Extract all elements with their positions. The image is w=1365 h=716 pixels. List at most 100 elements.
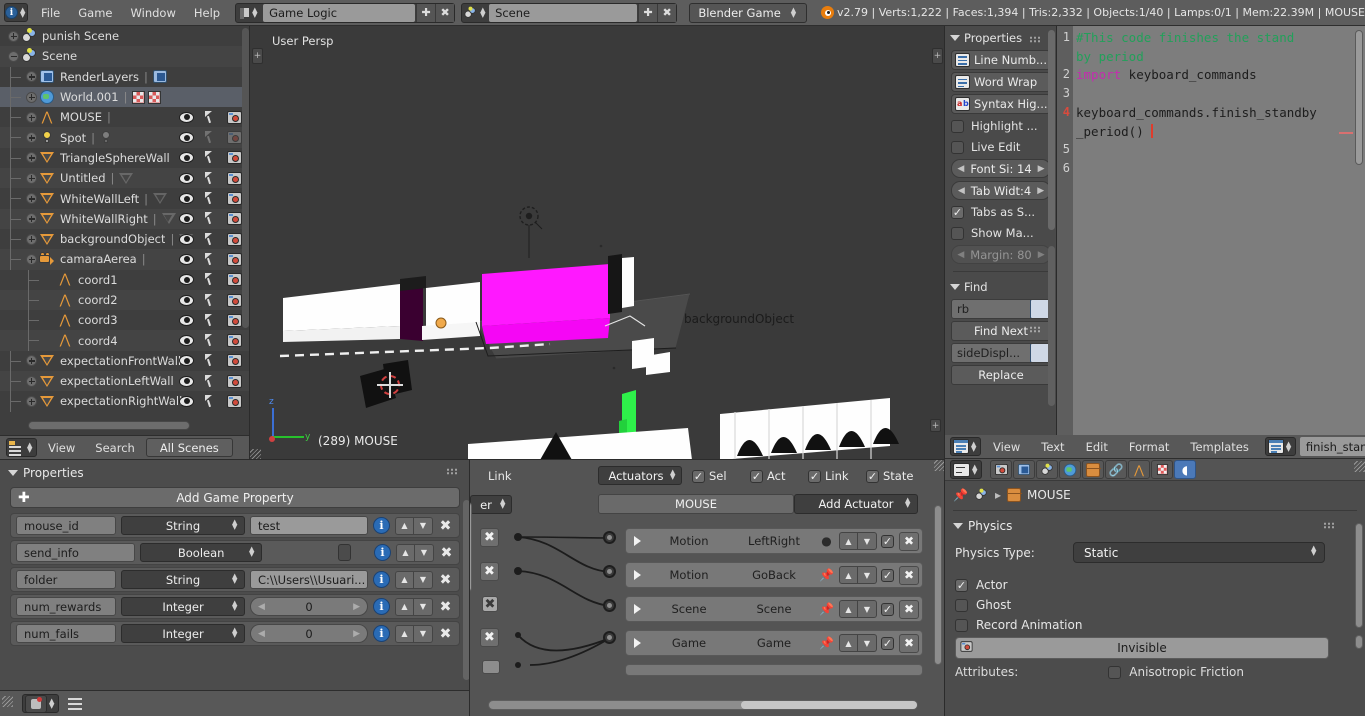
actuator-name[interactable]: GoBack [730,568,818,582]
property-name-field[interactable]: num_fails [16,624,116,643]
move-down-icon[interactable]: ▼ [858,566,877,584]
outliner-row-datablocks[interactable] [100,130,112,145]
property-debug-icon[interactable]: i [373,517,390,534]
text-menu-format[interactable]: Format [1120,438,1179,456]
pin-icon[interactable]: 📌 [953,488,968,502]
invisible-button[interactable]: Invisible [955,637,1329,659]
code-line[interactable]: import keyboard_commands [1076,67,1257,82]
scene-name[interactable]: Scene [489,3,638,22]
physics-scrollbar[interactable] [1355,523,1363,628]
visibility-eye-icon[interactable] [179,355,194,367]
outliner-row[interactable]: WhiteWallLeft | [0,188,250,210]
visibility-eye-icon[interactable] [179,152,194,164]
property-name-field[interactable]: send_info [16,543,136,562]
text-menu-templates[interactable]: Templates [1181,438,1257,456]
outliner-row-datablocks[interactable] [151,253,167,265]
delete-controller-button[interactable]: ✖ [480,528,499,547]
expand-actuator-icon[interactable] [626,604,648,614]
new-layout-button[interactable]: ✚ [416,3,436,22]
selectability-cursor-icon[interactable] [205,334,216,347]
move-down-icon[interactable]: ▼ [414,624,433,643]
selectability-cursor-icon[interactable] [205,151,216,164]
expand-toggle-icon[interactable] [26,213,37,225]
outliner-row-datablocks[interactable] [119,172,134,184]
delete-actuator-button[interactable]: ✖ [899,565,919,585]
highlight-checkbox[interactable] [951,119,964,133]
actuator-input-socket[interactable] [603,531,616,544]
menu-file[interactable]: File [32,4,69,22]
text-datablock-selector[interactable]: ▲ ▼ [1264,437,1296,456]
find-header[interactable]: Find [945,275,1057,333]
property-debug-icon[interactable]: i [373,598,390,615]
actuator-input-socket[interactable] [603,599,616,612]
outliner-row[interactable]: Untitled | [0,168,250,190]
outliner-row[interactable]: expectationLeftWall [0,371,250,393]
property-move-buttons[interactable]: ▲ ▼ [395,543,434,562]
actuator-enable-checkbox[interactable] [881,602,894,616]
visibility-eye-icon[interactable] [179,294,194,306]
expand-toggle-icon[interactable] [8,50,19,62]
text-editor[interactable]: 1 #This code finishes the stand by period 2… [1057,26,1365,435]
renderability-camera-icon[interactable] [227,171,242,185]
outliner-row[interactable]: expectationFrontWall [0,350,250,372]
outliner-row[interactable]: camaraAerea | [0,249,250,271]
actuator-input-socket[interactable] [603,631,616,644]
expand-toggle-icon[interactable] [26,111,37,123]
delete-controller-button[interactable]: ✖ [480,628,499,647]
outliner-row[interactable]: ⋀ coord1 [0,269,250,291]
delete-layout-button[interactable]: ✖ [435,3,455,22]
outliner-menu-search[interactable]: Search [86,439,144,457]
visibility-eye-icon[interactable] [179,375,194,387]
visibility-eye-icon[interactable] [179,172,194,184]
delete-property-button[interactable]: ✖ [438,518,453,534]
tab-constraints[interactable]: 🔗 [1105,460,1127,479]
margin-field[interactable]: ◀ Margin: 80 ▶ [951,245,1051,264]
expand-toggle-icon[interactable] [8,30,19,42]
property-bool-toggle[interactable] [337,544,352,561]
property-type-dropdown[interactable]: String ▲ ▼ [121,516,245,535]
property-number-field[interactable]: ◀ 0 ▶ [250,624,368,643]
actuator-input-socket[interactable] [603,565,616,578]
expand-toggle-icon[interactable] [26,253,37,265]
property-move-buttons[interactable]: ▲ ▼ [395,516,433,535]
renderability-camera-icon[interactable] [227,394,242,408]
font-size-field[interactable]: ◀ Font Si: 14 ▶ [951,159,1051,178]
outliner-vertical-scrollbar[interactable] [242,28,249,328]
delete-actuator-button[interactable]: ✖ [899,633,919,653]
actuator-pin-icon[interactable]: 📌 [818,568,835,582]
move-up-icon[interactable]: ▲ [395,624,414,643]
delete-actuator-button[interactable]: ✖ [899,531,919,551]
property-type-dropdown[interactable]: String ▲ ▼ [121,570,245,589]
delete-controller-button[interactable]: ✖ [482,596,498,612]
text-properties-header[interactable]: Properties [945,26,1057,48]
menu-help[interactable]: Help [185,4,229,22]
move-down-icon[interactable]: ▼ [414,516,433,535]
sidebar-scrollbar-lower[interactable] [1048,246,1055,406]
tab-world[interactable] [1059,460,1081,479]
selectability-cursor-icon[interactable] [205,110,216,124]
selectability-cursor-icon[interactable] [205,354,216,367]
outliner-row[interactable]: ⋀ MOUSE | [0,107,250,129]
selectability-cursor-icon[interactable] [205,192,216,205]
property-move-buttons[interactable]: ▲ ▼ [395,570,433,589]
scene-selector[interactable]: ▲ ▼ Scene ✚ ✖ [461,2,678,23]
renderability-camera-icon[interactable] [227,232,242,246]
property-type-dropdown[interactable]: Integer ▲ ▼ [121,624,245,643]
tab-scene[interactable] [1036,460,1058,479]
menu-window[interactable]: Window [122,4,185,22]
renderability-camera-icon[interactable] [227,374,242,388]
3d-viewport[interactable]: User Persp + + + backgroundObject z y (2… [250,26,945,460]
find-history-icon[interactable] [1030,300,1050,318]
physics-scrollbar-lower[interactable] [1355,635,1363,649]
property-name-field[interactable]: num_rewards [16,597,116,616]
move-up-icon[interactable]: ▲ [395,543,415,562]
move-up-icon[interactable]: ▲ [839,634,858,652]
outliner-row-datablocks[interactable] [161,213,176,225]
text-menu-text[interactable]: Text [1032,438,1073,456]
selectability-cursor-icon[interactable] [205,252,216,266]
actuator-row[interactable]: Motion LeftRight● ▲▼ ✖ [625,528,923,554]
logic-vertical-scrollbar[interactable] [934,505,942,665]
ghost-row[interactable]: Ghost [945,595,1365,615]
properties-editor-selector[interactable]: ▲ ▼ [950,460,982,479]
property-name-field[interactable]: folder [16,570,116,589]
